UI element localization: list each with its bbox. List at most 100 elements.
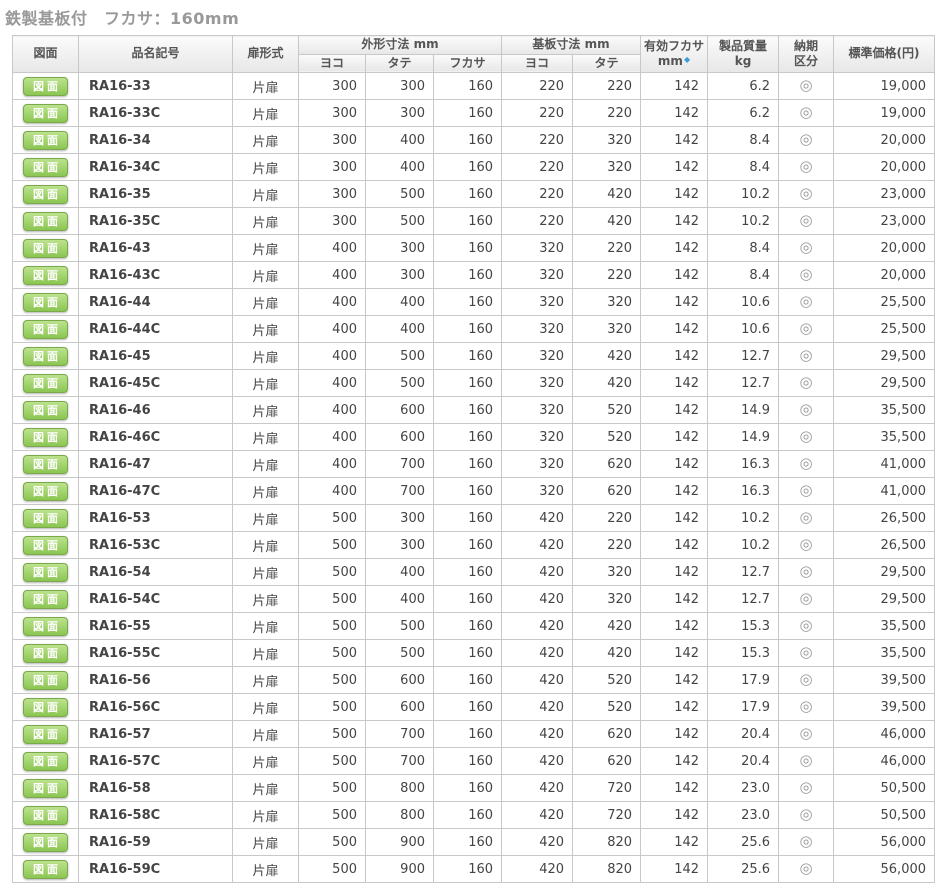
weight-cell: 20.4	[708, 748, 779, 775]
outer-width-cell: 500	[299, 775, 366, 802]
table-row: 図面 RA16-45 片扉 400 500 160 320 420 142 12…	[13, 343, 935, 370]
drawing-cell: 図面	[13, 721, 79, 748]
drawing-button[interactable]: 図面	[23, 212, 68, 231]
outer-width-cell: 400	[299, 235, 366, 262]
drawing-button[interactable]: 図面	[23, 266, 68, 285]
drawing-button[interactable]: 図面	[23, 806, 68, 825]
product-code-cell: RA16-33C	[79, 100, 233, 127]
product-code-cell: RA16-43	[79, 235, 233, 262]
board-height-cell: 720	[573, 802, 641, 829]
drawing-button[interactable]: 図面	[23, 131, 68, 150]
outer-width-cell: 400	[299, 478, 366, 505]
board-width-cell: 420	[502, 802, 573, 829]
outer-height-cell: 600	[366, 424, 434, 451]
drawing-button[interactable]: 図面	[23, 293, 68, 312]
drawing-button[interactable]: 図面	[23, 374, 68, 393]
col-header-door-type: 扉形式	[233, 36, 299, 73]
drawing-button[interactable]: 図面	[23, 104, 68, 123]
board-width-cell: 420	[502, 532, 573, 559]
price-cell: 50,500	[834, 802, 935, 829]
drawing-button[interactable]: 図面	[23, 698, 68, 717]
outer-depth-cell: 160	[434, 559, 502, 586]
price-cell: 46,000	[834, 721, 935, 748]
door-type-cell: 片扉	[233, 262, 299, 289]
table-row: 図面 RA16-44 片扉 400 400 160 320 320 142 10…	[13, 289, 935, 316]
door-type-cell: 片扉	[233, 451, 299, 478]
note-diamond-icon: ◆	[684, 55, 690, 64]
door-type-cell: 片扉	[233, 802, 299, 829]
drawing-cell: 図面	[13, 262, 79, 289]
board-width-cell: 420	[502, 640, 573, 667]
drawing-button[interactable]: 図面	[23, 752, 68, 771]
drawing-button[interactable]: 図面	[23, 77, 68, 96]
drawing-button[interactable]: 図面	[23, 644, 68, 663]
board-height-cell: 420	[573, 640, 641, 667]
col-header-weight: 製品質量 kg	[708, 36, 779, 73]
price-cell: 41,000	[834, 451, 935, 478]
drawing-button[interactable]: 図面	[23, 725, 68, 744]
weight-cell: 23.0	[708, 775, 779, 802]
board-width-cell: 420	[502, 559, 573, 586]
outer-depth-cell: 160	[434, 586, 502, 613]
drawing-button[interactable]: 図面	[23, 428, 68, 447]
effective-depth-cell: 142	[641, 208, 708, 235]
drawing-cell: 図面	[13, 829, 79, 856]
drawing-button[interactable]: 図面	[23, 455, 68, 474]
drawing-button[interactable]: 図面	[23, 536, 68, 555]
weight-cell: 12.7	[708, 343, 779, 370]
weight-cell: 10.2	[708, 505, 779, 532]
board-width-cell: 320	[502, 289, 573, 316]
board-width-cell: 420	[502, 667, 573, 694]
effective-depth-cell: 142	[641, 721, 708, 748]
drawing-button[interactable]: 図面	[23, 185, 68, 204]
drawing-cell: 図面	[13, 532, 79, 559]
drawing-button[interactable]: 図面	[23, 671, 68, 690]
drawing-button[interactable]: 図面	[23, 509, 68, 528]
outer-height-cell: 700	[366, 748, 434, 775]
table-row: 図面 RA16-35C 片扉 300 500 160 220 420 142 1…	[13, 208, 935, 235]
drawing-button[interactable]: 図面	[23, 833, 68, 852]
delivery-mark-cell: ◎	[779, 370, 834, 397]
board-height-cell: 420	[573, 181, 641, 208]
drawing-button[interactable]: 図面	[23, 563, 68, 582]
drawing-button[interactable]: 図面	[23, 158, 68, 177]
product-code-cell: RA16-47	[79, 451, 233, 478]
product-spec-table: 図面 品名記号 扉形式 外形寸法 mm 基板寸法 mm 有効フカサ mm◆ 製品…	[12, 35, 935, 883]
price-cell: 20,000	[834, 235, 935, 262]
effective-depth-cell: 142	[641, 586, 708, 613]
outer-height-cell: 400	[366, 154, 434, 181]
weight-cell: 8.4	[708, 262, 779, 289]
col-group-outer-dimensions: 外形寸法 mm	[299, 36, 502, 55]
table-row: 図面 RA16-56C 片扉 500 600 160 420 520 142 1…	[13, 694, 935, 721]
outer-width-cell: 400	[299, 262, 366, 289]
effective-depth-cell: 142	[641, 532, 708, 559]
table-row: 図面 RA16-57C 片扉 500 700 160 420 620 142 2…	[13, 748, 935, 775]
drawing-cell: 図面	[13, 667, 79, 694]
drawing-button[interactable]: 図面	[23, 239, 68, 258]
product-code-cell: RA16-35	[79, 181, 233, 208]
board-height-cell: 220	[573, 532, 641, 559]
col-subheader-board-width: ヨコ	[502, 54, 573, 73]
table-row: 図面 RA16-46 片扉 400 600 160 320 520 142 14…	[13, 397, 935, 424]
drawing-button[interactable]: 図面	[23, 482, 68, 501]
drawing-button[interactable]: 図面	[23, 320, 68, 339]
outer-depth-cell: 160	[434, 154, 502, 181]
drawing-button[interactable]: 図面	[23, 779, 68, 798]
delivery-mark: ◎	[799, 859, 812, 877]
delivery-label-line2: 区分	[794, 54, 818, 68]
drawing-button[interactable]: 図面	[23, 347, 68, 366]
weight-cell: 23.0	[708, 802, 779, 829]
board-width-cell: 220	[502, 100, 573, 127]
door-type-cell: 片扉	[233, 559, 299, 586]
drawing-button[interactable]: 図面	[23, 401, 68, 420]
board-width-cell: 320	[502, 424, 573, 451]
table-row: 図面 RA16-44C 片扉 400 400 160 320 320 142 1…	[13, 316, 935, 343]
delivery-mark: ◎	[799, 724, 812, 742]
drawing-button[interactable]: 図面	[23, 860, 68, 879]
outer-depth-cell: 160	[434, 181, 502, 208]
drawing-button[interactable]: 図面	[23, 617, 68, 636]
drawing-button[interactable]: 図面	[23, 590, 68, 609]
door-type-cell: 片扉	[233, 856, 299, 883]
outer-depth-cell: 160	[434, 397, 502, 424]
board-width-cell: 320	[502, 316, 573, 343]
